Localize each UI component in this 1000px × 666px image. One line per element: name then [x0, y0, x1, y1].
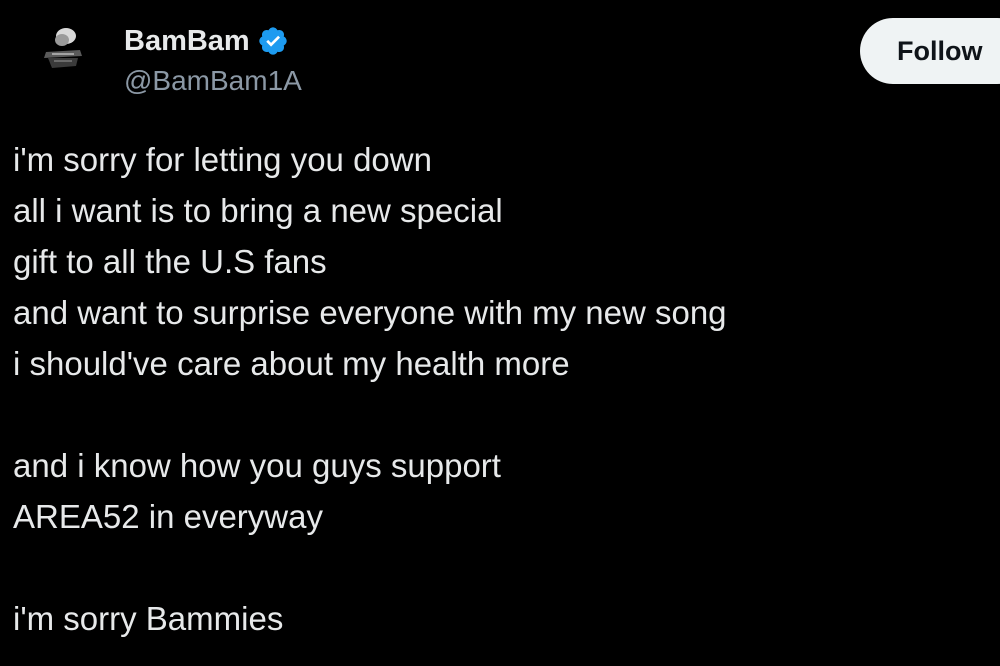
tweet-text: i'm sorry for letting you down all i wan…	[13, 134, 973, 644]
display-name[interactable]: BamBam	[124, 25, 250, 58]
tweet-text-line: i'm sorry for letting you down	[13, 141, 432, 178]
tweet-text-line: all i want is to bring a new special	[13, 192, 503, 229]
name-row: BamBam	[124, 22, 302, 60]
tweet-text-line: AREA52 in everyway	[13, 498, 323, 535]
user-handle[interactable]: @BamBam1A	[124, 65, 302, 97]
tweet-text-line: and i know how you guys support	[13, 447, 501, 484]
verified-badge-icon	[257, 25, 289, 57]
tweet-text-line: i should've care about my health more	[13, 345, 570, 382]
follow-button[interactable]: Follow	[860, 18, 1000, 84]
avatar-image	[30, 14, 96, 80]
tweet-text-line	[13, 542, 973, 593]
tweet-text-line	[13, 389, 973, 440]
tweet-text-line: i'm sorry Bammies	[13, 600, 284, 637]
tweet-header: BamBam @BamBam1A	[124, 22, 302, 97]
tweet-text-line: gift to all the U.S fans	[13, 243, 327, 280]
tweet-text-line: and want to surprise everyone with my ne…	[13, 294, 727, 331]
avatar[interactable]	[30, 14, 96, 80]
tweet-card: BamBam @BamBam1A Follow i'm sorry for le…	[0, 0, 1000, 666]
